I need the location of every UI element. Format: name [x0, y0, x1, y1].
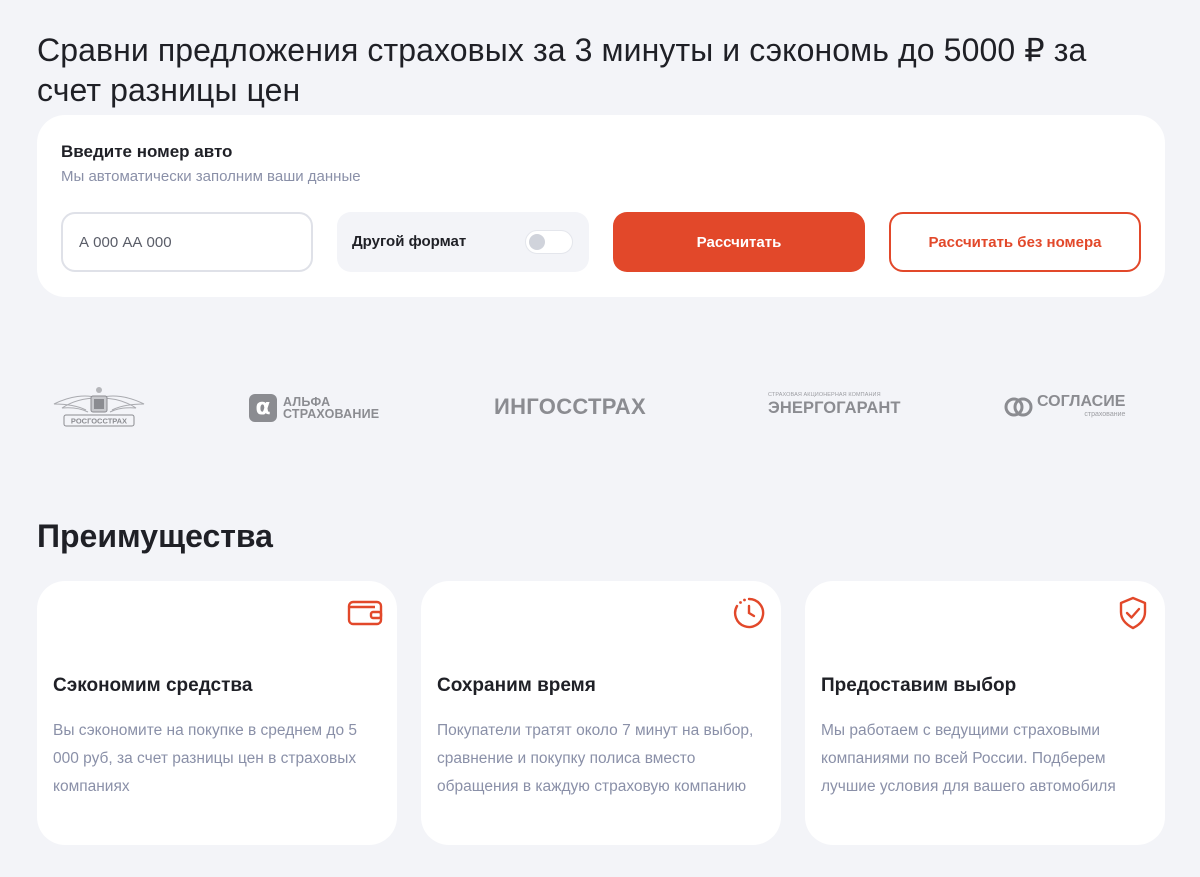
timer-icon: [733, 597, 765, 629]
advantage-card-choice: Предоставим выбор Мы работаем с ведущими…: [805, 581, 1165, 845]
calculate-without-number-button[interactable]: Рассчитать без номера: [889, 212, 1141, 272]
other-format-toggle[interactable]: [525, 230, 573, 254]
ingosstrakh-logo: ИНГОССТРАХ: [494, 394, 646, 419]
svg-text:РОСГОССТРАХ: РОСГОССТРАХ: [71, 417, 127, 426]
alfa-mark-icon: α: [249, 394, 277, 422]
advantage-title: Сэкономим средства: [53, 675, 253, 696]
advantage-title: Сохраним время: [437, 675, 596, 696]
other-format-toggle-row[interactable]: Другой формат: [337, 212, 589, 272]
advantage-text: Покупатели тратят около 7 минут на выбор…: [437, 722, 754, 795]
rosgosstrakh-logo: РОСГОССТРАХ: [48, 384, 150, 430]
page-title: Сравни предложения страховых за 3 минуты…: [37, 32, 1087, 108]
plate-number-input[interactable]: [61, 212, 313, 272]
eagle-emblem-icon: РОСГОССТРАХ: [53, 387, 145, 427]
wallet-icon: [347, 600, 383, 626]
shield-check-icon: [1119, 596, 1147, 630]
soglasie-subtitle: страхование: [1084, 411, 1126, 418]
soglasie-name: СОГЛАСИЕ: [1037, 393, 1126, 410]
toggle-knob: [529, 234, 545, 250]
advantage-text: Вы сэкономите на покупке в среднем до 5 …: [53, 722, 357, 795]
alfa-strakhovanie-logo: α АЛЬФА СТРАХОВАНИЕ: [249, 392, 379, 424]
other-format-label: Другой формат: [352, 233, 467, 250]
soglasie-rings-icon: [1004, 397, 1033, 416]
advantages-title: Преимущества: [37, 518, 273, 554]
soglasie-logo: СОГЛАСИЕ страхование: [1004, 394, 1125, 419]
alfa-logo-text: АЛЬФА СТРАХОВАНИЕ: [283, 395, 380, 421]
advantage-title: Предоставим выбор: [821, 675, 1017, 696]
energogarant-logo: Страховая акционерная компания ЭНЕРГОГАР…: [768, 392, 901, 418]
advantage-card-savings: Сэкономим средства Вы сэкономите на поку…: [37, 581, 397, 845]
partner-logos: РОСГОССТРАХ α АЛЬФА СТРАХОВАНИЕ ИНГОССТР…: [0, 370, 1200, 440]
calculate-button[interactable]: Рассчитать: [613, 212, 865, 272]
advantage-text: Мы работаем с ведущими страховыми компан…: [821, 722, 1116, 795]
plate-form-label: Введите номер авто: [61, 142, 233, 161]
plate-form-card: Введите номер авто Мы автоматически запо…: [37, 115, 1165, 297]
plate-form-hint: Мы автоматически заполним ваши данные: [61, 168, 361, 185]
advantage-card-time: Сохраним время Покупатели тратят около 7…: [421, 581, 781, 845]
energogarant-name: ЭНЕРГОГАРАНТ: [768, 399, 901, 417]
